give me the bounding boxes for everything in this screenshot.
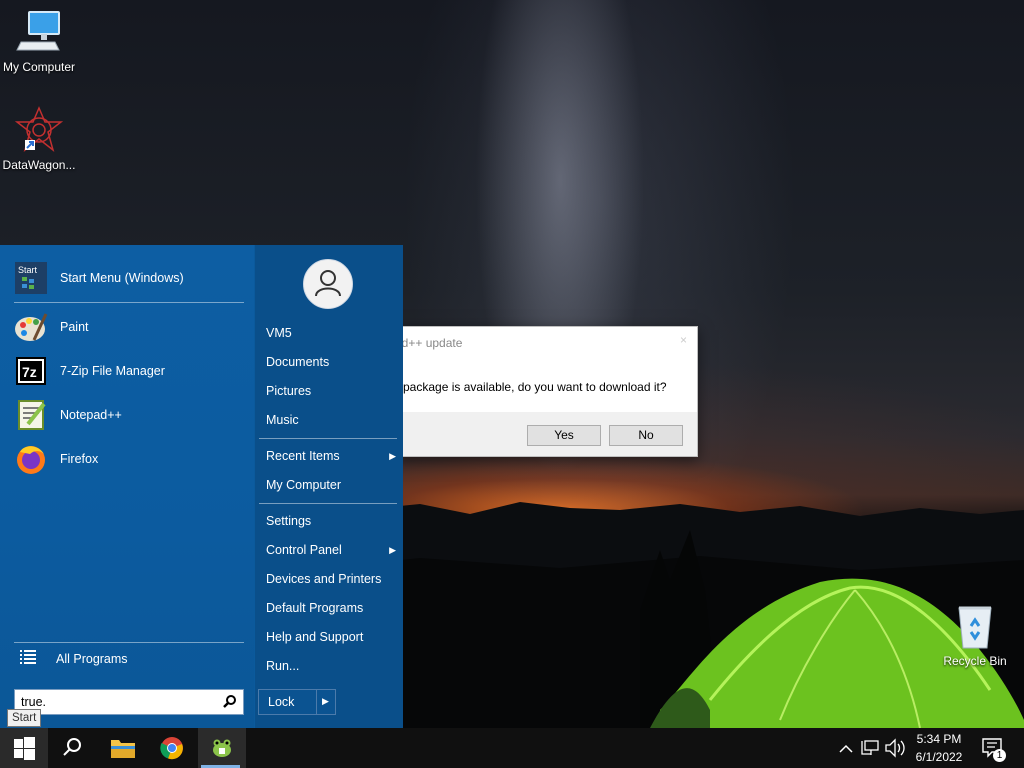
start-tooltip: Start	[7, 709, 42, 727]
dialog-title: ad++ update	[396, 336, 463, 350]
desktop-icon-label: My Computer	[2, 60, 76, 74]
separator	[259, 503, 397, 504]
start-menu-places-panel: VM5 Documents Pictures Music Recent Item…	[255, 245, 403, 728]
separator	[259, 438, 397, 439]
menu-item-default-programs[interactable]: Default Programs	[266, 596, 396, 620]
menu-item-recent-items[interactable]: Recent Items ▶	[266, 444, 396, 468]
program-start-menu-windows[interactable]: Start Start Menu (Windows)	[14, 258, 246, 298]
notepad-plus-plus-taskbar-button[interactable]	[198, 728, 246, 768]
show-hidden-icons-button[interactable]	[838, 728, 854, 768]
split-divider	[316, 690, 317, 714]
program-paint[interactable]: Paint	[14, 307, 246, 347]
program-7zip[interactable]: 7z 7-Zip File Manager	[14, 351, 246, 391]
menu-item-label: Recent Items	[266, 449, 340, 463]
notepad-update-dialog: ad++ update × e package is available, do…	[396, 326, 698, 457]
menu-item-settings[interactable]: Settings	[266, 509, 396, 533]
menu-item-documents[interactable]: Documents	[266, 350, 396, 374]
chevron-up-icon	[838, 744, 854, 768]
program-label: Paint	[60, 320, 89, 334]
user-avatar-icon[interactable]	[303, 259, 353, 309]
menu-item-run[interactable]: Run...	[266, 654, 396, 678]
menu-item-pictures[interactable]: Pictures	[266, 379, 396, 403]
program-label: Start Menu (Windows)	[60, 271, 184, 285]
network-icon	[861, 740, 881, 768]
all-programs-label: All Programs	[56, 652, 128, 666]
start-button[interactable]	[0, 728, 48, 768]
menu-item-help-support[interactable]: Help and Support	[266, 625, 396, 649]
desktop-icon-recycle-bin[interactable]: Recycle Bin	[936, 602, 1014, 668]
computer-icon	[15, 8, 63, 56]
menu-item-control-panel[interactable]: Control Panel ▶	[266, 538, 396, 562]
taskbar: 5:34 PM 6/1/2022 1	[0, 728, 1024, 768]
clock-time[interactable]: 5:34 PM	[909, 732, 969, 746]
yes-button[interactable]: Yes	[527, 425, 601, 446]
7zip-icon: 7z	[14, 354, 48, 388]
menu-item-my-computer[interactable]: My Computer	[266, 473, 396, 497]
close-icon[interactable]: ×	[680, 333, 687, 347]
lock-label: Lock	[268, 695, 295, 709]
chevron-right-icon[interactable]: ▶	[322, 696, 329, 707]
chevron-right-icon: ▶	[389, 451, 396, 461]
svg-text:Start: Start	[18, 265, 38, 275]
desktop-icon-label: DataWagon...	[2, 158, 76, 172]
chrome-taskbar-button[interactable]	[148, 728, 196, 768]
search-icon[interactable]	[223, 694, 237, 711]
desktop-icon-label: Recycle Bin	[943, 654, 1007, 668]
clock-date[interactable]: 6/1/2022	[909, 750, 969, 764]
firefox-icon	[14, 442, 48, 476]
program-label: Notepad++	[60, 408, 122, 422]
all-programs-button[interactable]: All Programs	[14, 640, 246, 678]
menu-item-music[interactable]: Music	[266, 408, 396, 432]
file-explorer-taskbar-button[interactable]	[98, 728, 146, 768]
start-menu-icon: Start	[14, 261, 48, 295]
speaker-icon	[884, 738, 906, 768]
start-search-box[interactable]	[14, 689, 244, 715]
datawagon-icon	[14, 106, 64, 154]
separator	[14, 302, 244, 303]
network-tray-button[interactable]	[861, 728, 881, 768]
no-button[interactable]: No	[609, 425, 683, 446]
dialog-message: e package is available, do you want to d…	[396, 380, 667, 394]
notepad-plus-plus-icon	[14, 398, 48, 432]
program-label: 7-Zip File Manager	[60, 364, 165, 378]
search-input[interactable]	[21, 693, 211, 711]
menu-item-devices-printers[interactable]: Devices and Printers	[266, 567, 396, 591]
menu-item-user[interactable]: VM5	[266, 321, 396, 345]
notification-count-badge: 1	[993, 749, 1006, 762]
recycle-bin-icon	[951, 602, 999, 650]
volume-tray-button[interactable]	[884, 728, 906, 768]
start-menu-programs-panel: Start Start Menu (Windows) Paint 7z 7-Zi…	[0, 245, 254, 728]
start-menu: Start Start Menu (Windows) Paint 7z 7-Zi…	[0, 245, 403, 728]
desktop-icon-datawagon[interactable]: DataWagon...	[0, 106, 78, 172]
program-notepad-plus-plus[interactable]: Notepad++	[14, 395, 246, 435]
desktop-icon-my-computer[interactable]: My Computer	[0, 8, 78, 74]
chevron-right-icon: ▶	[389, 545, 396, 555]
lock-button[interactable]: Lock ▶	[258, 689, 336, 715]
paint-icon	[14, 310, 48, 344]
action-center-button[interactable]: 1	[980, 728, 1010, 768]
program-firefox[interactable]: Firefox	[14, 439, 246, 479]
menu-item-label: Control Panel	[266, 543, 342, 557]
svg-text:7z: 7z	[22, 364, 37, 380]
program-label: Firefox	[60, 452, 99, 466]
list-icon	[20, 649, 44, 669]
search-taskbar-button[interactable]	[48, 728, 96, 768]
